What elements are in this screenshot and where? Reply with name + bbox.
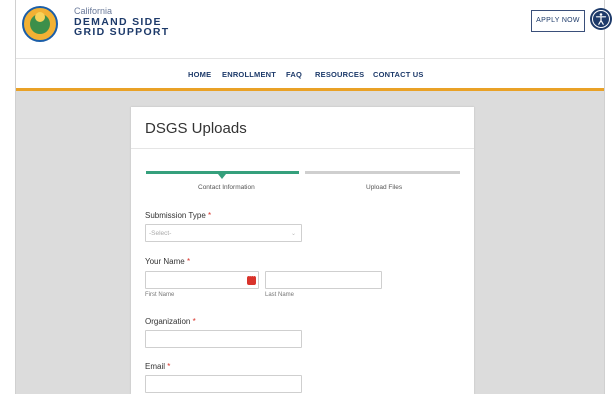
- step-upload-files[interactable]: Upload Files: [366, 184, 402, 191]
- step-progress-inactive: [305, 171, 460, 174]
- california-seal-icon[interactable]: [22, 6, 58, 42]
- submission-type-select[interactable]: -Select- ⌄: [145, 224, 302, 242]
- nav-contact-us[interactable]: CONTACT US: [373, 70, 424, 79]
- step-contact-information[interactable]: Contact Information: [198, 184, 255, 191]
- submission-type-label: Submission Type *: [145, 211, 211, 220]
- step-caret-icon: [218, 174, 226, 179]
- submission-type-placeholder: -Select-: [149, 230, 172, 237]
- accessibility-icon[interactable]: [590, 8, 612, 30]
- organization-label: Organization *: [145, 317, 196, 326]
- last-name-label: Last Name: [265, 292, 295, 298]
- site-header: California DEMAND SIDE GRID SUPPORT APPL…: [16, 0, 612, 58]
- organization-input[interactable]: [145, 330, 302, 348]
- main-nav: HOME ENROLLMENT FAQ RESOURCES CONTACT US: [16, 59, 604, 88]
- required-mark: *: [186, 257, 191, 266]
- brand-state: California: [74, 6, 113, 16]
- page-border-right: [604, 0, 613, 394]
- form-title: DSGS Uploads: [145, 120, 247, 137]
- required-mark: *: [192, 317, 196, 326]
- seal-sun: [35, 12, 45, 22]
- chevron-down-icon: ⌄: [290, 231, 296, 237]
- email-input[interactable]: [145, 375, 302, 393]
- brand-line-2: GRID SUPPORT: [74, 26, 170, 38]
- last-name-input[interactable]: [265, 271, 382, 289]
- autofill-icon[interactable]: ···: [247, 273, 256, 285]
- first-name-input[interactable]: ···: [145, 271, 259, 289]
- page-margin-left: [0, 0, 15, 394]
- site-brand[interactable]: California DEMAND SIDE GRID SUPPORT: [74, 6, 170, 38]
- organization-label-text: Organization: [145, 317, 191, 326]
- submission-type-label-text: Submission Type: [145, 211, 206, 220]
- required-mark: *: [208, 211, 212, 220]
- email-label: Email *: [145, 362, 170, 371]
- card-divider: [131, 148, 474, 149]
- your-name-label: Your Name *: [145, 257, 190, 266]
- nav-enrollment[interactable]: ENROLLMENT: [222, 70, 276, 79]
- apply-now-button[interactable]: APPLY NOW: [531, 10, 585, 32]
- nav-resources[interactable]: RESOURCES: [315, 70, 364, 79]
- first-name-label: First Name: [145, 292, 175, 298]
- required-mark: *: [167, 362, 171, 371]
- email-label-text: Email: [145, 362, 166, 371]
- upload-form-card: DSGS Uploads Contact Information Upload …: [131, 107, 474, 394]
- your-name-label-text: Your Name: [145, 257, 185, 266]
- nav-home[interactable]: HOME: [188, 70, 211, 79]
- nav-faq[interactable]: FAQ: [286, 70, 302, 79]
